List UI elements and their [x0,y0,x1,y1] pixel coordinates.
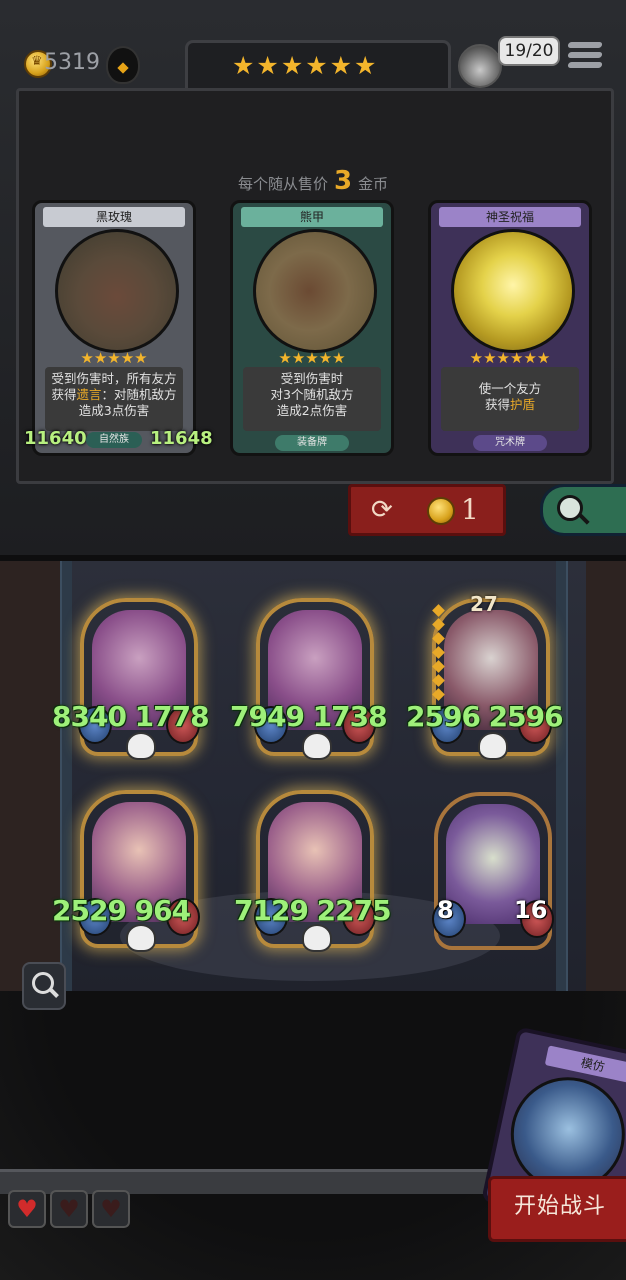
sell-suffix: 金币 [358,175,389,193]
board-minion-radish[interactable] [432,792,554,950]
desc-line: 对3个随机敌方 [270,387,354,402]
desc-text: 获得 [51,387,77,402]
card-type: 咒术牌 [473,435,547,451]
card-stars: ★★★★★★ [469,349,551,367]
card-name: 黑玫瑰 [43,207,185,227]
bear-armor-portrait [253,229,377,353]
shop-card-bear-armor[interactable]: 熊甲 ★★★★★ 受到伤害时 对3个随机敌方 造成2点伤害 装备牌 [230,200,394,456]
card-health: 11648 [150,428,213,449]
gold-coin-icon [427,497,455,525]
right-pillar [556,561,568,1001]
shop-panel: 5319 ★★★★★★ 19/20 每个随从售价 3 金币 黑玫瑰 ★★★★★ 受到… [0,0,626,561]
refresh-shop-button[interactable]: ⟳ 1 [348,484,506,536]
heart-icon: ♥ [8,1190,46,1228]
card-description: 使一个友方 获得护盾 [441,367,579,431]
skull-icon [126,924,156,952]
desc-line: 获得遗言：对随机敌方 [45,387,183,403]
sell-prefix: 每个随从售价 [237,175,328,193]
minion-stats: 2529 964 [52,894,191,927]
menu-icon[interactable] [567,42,603,76]
refresh-cost: 1 [461,493,479,526]
player-avatar[interactable] [458,44,502,88]
minion-stats: 7949 1738 [230,700,388,733]
refresh-icon: ⟳ [371,495,393,525]
raven-hero-icon[interactable] [106,46,140,84]
desc-line: 使一个友方 [478,381,542,396]
left-wall [0,561,62,1021]
round-counter: 19/20 [498,36,560,66]
minion-stats: 2596 2596 [406,700,564,733]
skull-icon [302,732,332,760]
shop-card-holy-blessing[interactable]: 神圣祝福 ★★★★★★ 使一个友方 获得护盾 咒术牌 [428,200,592,456]
card-description: 受到伤害时 对3个随机敌方 造成2点伤害 [243,367,381,431]
minion-attack: 8 [437,896,454,924]
desc-line: 造成3点伤害 [78,403,150,418]
shop-card-black-rose[interactable]: 黑玫瑰 ★★★★★ 受到伤害时，所有友方 获得遗言：对随机敌方 造成3点伤害 [32,200,196,456]
desc-line: 受到伤害时，所有友方 [51,371,177,386]
inspect-button[interactable] [22,962,66,1010]
desc-keyword: 护盾 [510,397,536,412]
desc-line: 获得护盾 [441,397,579,413]
card-name: 熊甲 [241,207,383,227]
magnifier-icon [32,972,54,994]
skull-icon [126,732,156,760]
search-button[interactable] [540,484,626,536]
level-pips [432,604,445,704]
skull-icon [302,924,332,952]
start-fight-button[interactable]: 开始战斗 [488,1176,626,1242]
sell-price: 3 [333,166,353,196]
sell-price-text: 每个随从售价 3 金币 [0,166,626,196]
card-stars: ★★★★★ [80,349,148,367]
card-description: 受到伤害时，所有友方 获得遗言：对随机敌方 造成3点伤害 [45,367,183,431]
search-icon [557,495,583,521]
skull-icon [478,732,508,760]
right-wall [586,561,626,1021]
minion-stats: 8340 1778 [52,700,210,733]
desc-text: ：对随机敌方 [101,387,177,402]
heart-icon: ♥ [92,1190,130,1228]
card-stars: ★★★★★ [278,349,346,367]
desc-line: 受到伤害时 [280,371,344,386]
minion-level: 27 [470,592,498,616]
holy-blessing-portrait [451,229,575,353]
card-attack: 11640 [24,428,87,449]
desc-text: 获得 [484,397,510,412]
card-type: 自然族 [86,432,142,448]
left-pillar [60,561,72,1001]
gold-amount: 5319 [44,50,100,75]
black-rose-portrait [55,229,179,353]
desc-keyword: 遗言 [76,387,102,402]
card-name: 神圣祝福 [439,207,581,227]
minion-health: 16 [514,896,548,924]
tavern-tier-stars: ★★★★★★ [232,51,379,80]
lives: ♥ ♥ ♥ [8,1190,134,1228]
desc-line: 造成2点伤害 [276,403,348,418]
minion-stats: 7129 2275 [234,894,392,927]
card-type: 装备牌 [275,435,349,451]
heart-icon: ♥ [50,1190,88,1228]
